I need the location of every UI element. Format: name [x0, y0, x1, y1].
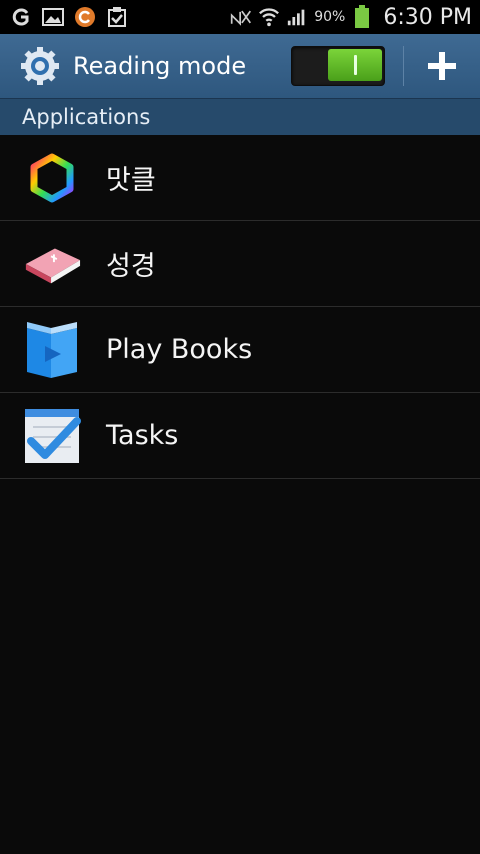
list-item[interactable]: 성경: [0, 221, 480, 307]
reading-mode-toggle[interactable]: [291, 46, 385, 86]
item-label: Tasks: [106, 420, 179, 451]
signal-icon: [286, 6, 308, 28]
item-label: 맛클: [106, 165, 156, 196]
item-label: 성경: [106, 251, 156, 282]
action-bar: Reading mode: [0, 34, 480, 99]
add-icon[interactable]: [424, 48, 460, 84]
app-list: 맛클 성경 Play Books Tasks: [0, 135, 480, 479]
c-app-icon: [74, 6, 96, 28]
gear-icon[interactable]: [18, 44, 62, 88]
item-label: Play Books: [106, 334, 253, 365]
status-left: [10, 6, 128, 28]
toggle-knob[interactable]: [328, 49, 382, 81]
play-books-icon: [22, 320, 82, 380]
battery-percent: 90%: [314, 9, 346, 25]
gallery-icon: [42, 6, 64, 28]
g-icon: [10, 6, 32, 28]
no-signal-icon: [230, 6, 252, 28]
list-item[interactable]: Tasks: [0, 393, 480, 479]
list-item[interactable]: Play Books: [0, 307, 480, 393]
wifi-icon: [258, 6, 280, 28]
section-header: Applications: [0, 99, 480, 135]
page-title: Reading mode: [73, 52, 247, 80]
bible-book-icon: [22, 234, 82, 294]
clock: 6:30 PM: [383, 4, 472, 30]
battery-icon: [351, 5, 373, 28]
status-bar: 90% 6:30 PM: [0, 0, 480, 34]
tasks-checkmark-icon: [22, 406, 82, 466]
action-divider: [403, 46, 404, 86]
list-item[interactable]: 맛클: [0, 135, 480, 221]
status-right: 90% 6:30 PM: [230, 5, 472, 30]
clipboard-check-icon: [106, 6, 128, 28]
hexagon-rainbow-icon: [22, 148, 82, 208]
